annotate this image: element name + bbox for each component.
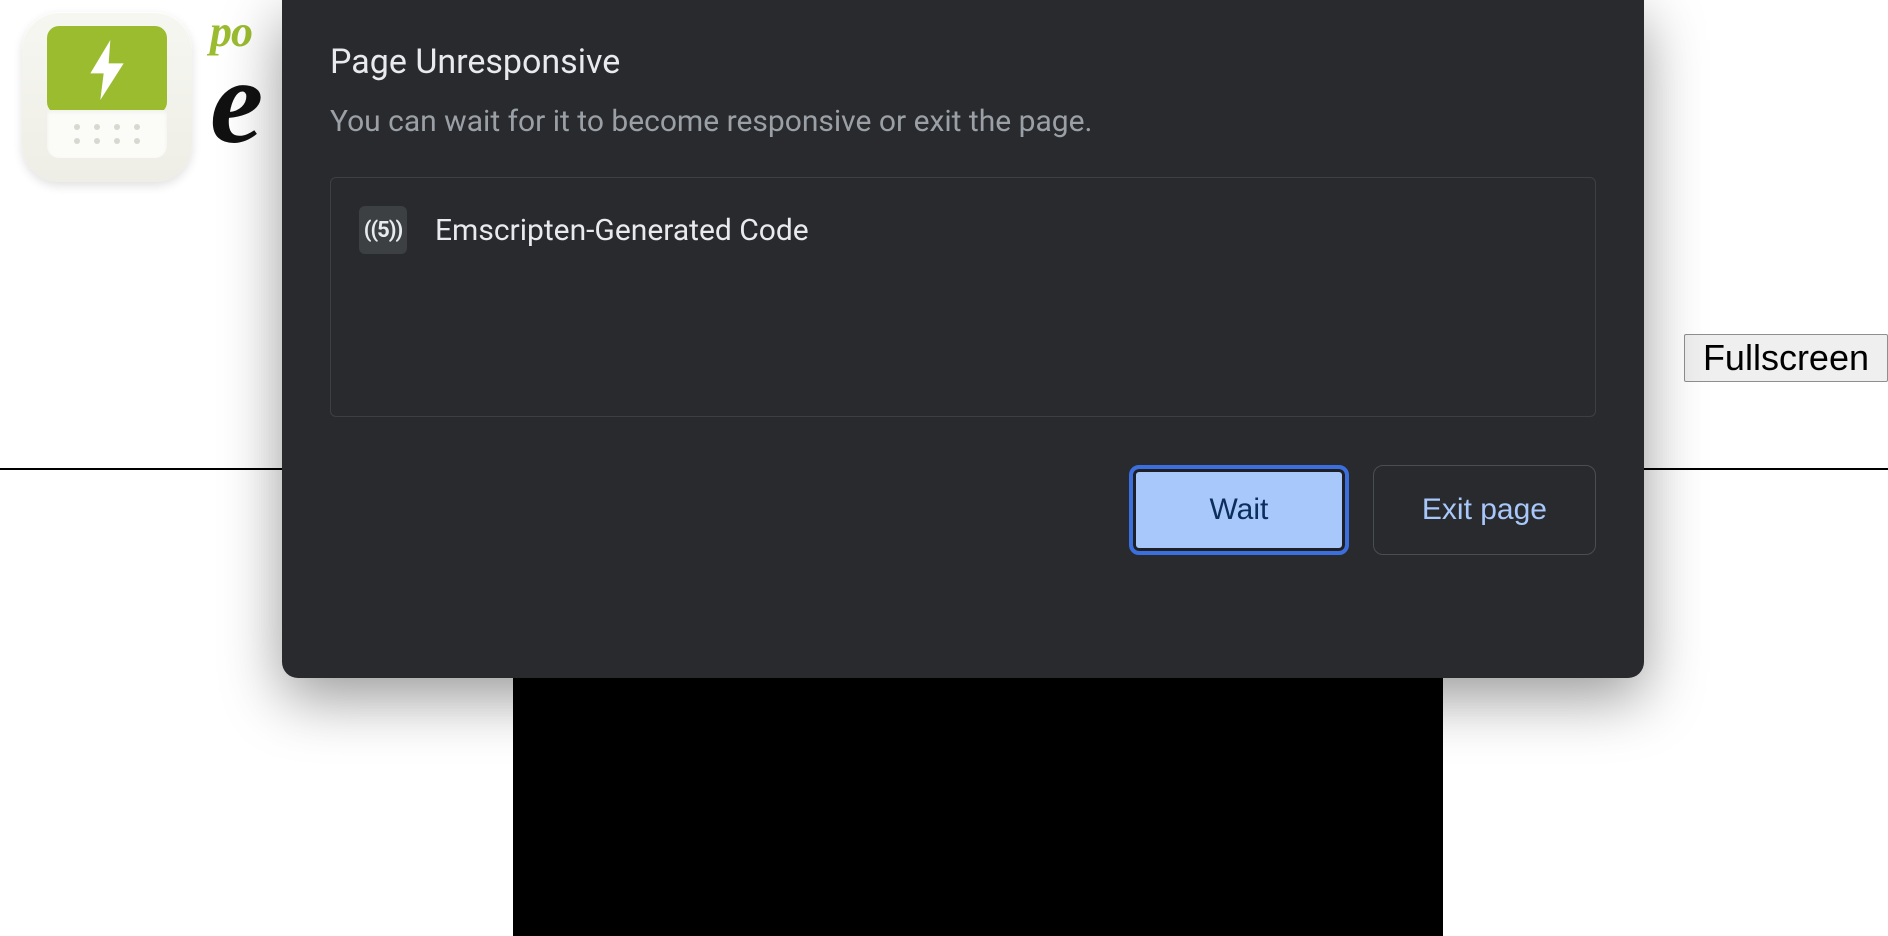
wait-button[interactable]: Wait: [1129, 465, 1349, 555]
lightning-icon: [85, 40, 129, 100]
exit-page-button[interactable]: Exit page: [1373, 465, 1596, 555]
process-name: Emscripten-Generated Code: [435, 213, 809, 248]
emscripten-logo: [22, 12, 192, 182]
dialog-description: You can wait for it to become responsive…: [330, 104, 1596, 139]
process-row[interactable]: ((5)) Emscripten-Generated Code: [359, 206, 1567, 254]
dialog-title: Page Unresponsive: [330, 42, 1596, 82]
logo-green-panel: [47, 26, 167, 114]
fullscreen-button[interactable]: Fullscreen: [1684, 334, 1888, 382]
process-list: ((5)) Emscripten-Generated Code: [330, 177, 1596, 417]
logo-white-panel: [47, 110, 167, 158]
brand-bottom-text: e: [210, 51, 257, 153]
broadcast-favicon-icon: ((5)): [359, 206, 407, 254]
brand-text: po e: [210, 6, 257, 153]
page-unresponsive-dialog: Page Unresponsive You can wait for it to…: [282, 0, 1644, 678]
background-page: po e Fullscreen Page Unresponsive You ca…: [0, 0, 1888, 936]
dialog-button-row: Wait Exit page: [330, 465, 1596, 555]
